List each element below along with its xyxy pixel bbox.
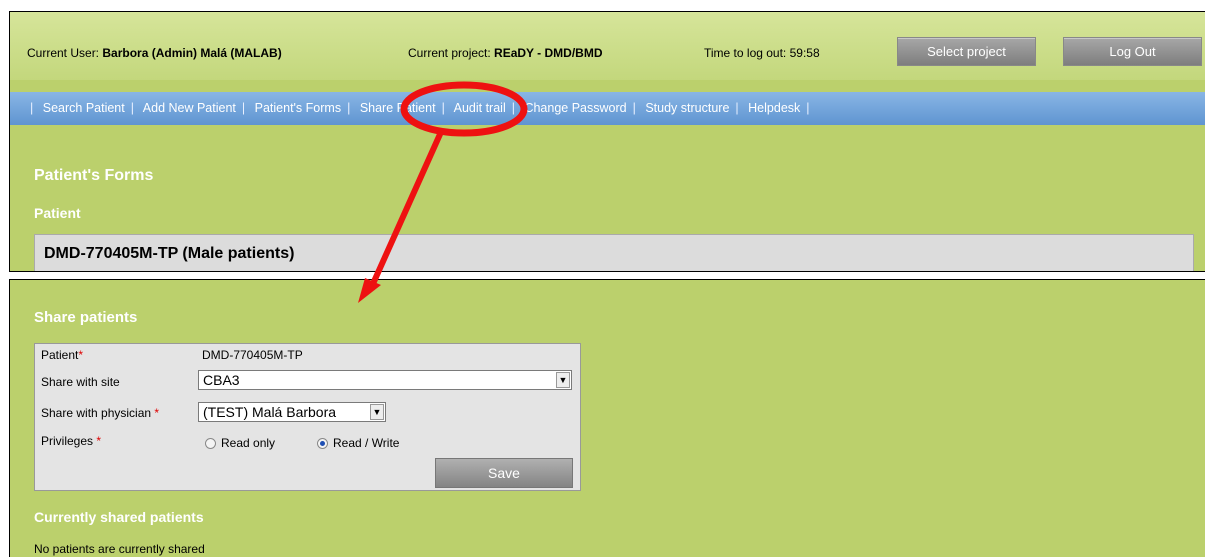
privilege-read-only-label: Read only: [221, 436, 276, 450]
patient-value: DMD-770405M-TP: [202, 348, 303, 362]
required-marker: *: [96, 434, 102, 448]
logout-button[interactable]: Log Out: [1063, 37, 1202, 66]
logout-timer: Time to log out: 59:58: [704, 46, 820, 60]
no-shared-message: No patients are currently shared: [34, 542, 205, 556]
share-patients-title: Share patients: [34, 309, 138, 326]
current-user-label: Current User:: [27, 46, 100, 60]
nav-search-patient[interactable]: Search Patient: [43, 101, 125, 115]
nav-study-structure[interactable]: Study structure: [645, 101, 729, 115]
privileges-field-label: Privileges *: [41, 434, 101, 448]
header-bar: Current User: Barbora (Admin) Malá (MALA…: [10, 12, 1205, 80]
privilege-read-write-radio[interactable]: Read / Write: [317, 436, 399, 450]
share-site-select[interactable]: CBA3 ▼: [198, 370, 572, 390]
page-title: Patient's Forms: [34, 167, 154, 184]
site-field-label: Share with site: [41, 375, 120, 389]
dropdown-arrow-icon[interactable]: ▼: [370, 404, 384, 420]
nav-share-patient[interactable]: Share Patient: [360, 101, 436, 115]
nav-audit-trail[interactable]: Audit trail: [454, 101, 506, 115]
nav-add-new-patient[interactable]: Add New Patient: [143, 101, 236, 115]
current-project: Current project: REaDY - DMD/BMD: [408, 46, 603, 60]
patient-field-label: Patient*: [41, 348, 83, 362]
share-physician-select[interactable]: (TEST) Malá Barbora ▼: [198, 402, 386, 422]
patient-name-box: DMD-770405M-TP (Male patients): [34, 234, 1194, 271]
radio-unchecked-icon[interactable]: [205, 437, 216, 449]
share-site-value: CBA3: [203, 372, 240, 388]
share-form: Patient* DMD-770405M-TP Share with site …: [34, 343, 581, 491]
physician-label-text: Share with physician: [41, 406, 152, 420]
current-user-value: Barbora (Admin) Malá (MALAB): [102, 46, 282, 60]
radio-checked-icon[interactable]: [317, 437, 328, 449]
required-marker: *: [154, 406, 160, 420]
share-patients-panel: Share patients Patient* DMD-770405M-TP S…: [9, 279, 1205, 557]
physician-field-label: Share with physician *: [41, 406, 159, 420]
privilege-read-only-radio[interactable]: Read only: [205, 436, 275, 450]
privilege-read-write-label: Read / Write: [333, 436, 400, 450]
nav-patients-forms[interactable]: Patient's Forms: [255, 101, 341, 115]
dropdown-arrow-icon[interactable]: ▼: [556, 372, 570, 388]
patient-section-label: Patient: [34, 205, 81, 221]
currently-shared-title: Currently shared patients: [34, 509, 204, 525]
current-project-value: REaDY - DMD/BMD: [494, 46, 603, 60]
current-user: Current User: Barbora (Admin) Malá (MALA…: [27, 46, 282, 60]
save-button[interactable]: Save: [435, 458, 573, 488]
current-project-label: Current project:: [408, 46, 491, 60]
patient-forms-panel: Current User: Barbora (Admin) Malá (MALA…: [9, 11, 1205, 272]
nav-change-password[interactable]: Change Password: [524, 101, 626, 115]
select-project-button[interactable]: Select project: [897, 37, 1036, 66]
required-marker: *: [78, 348, 84, 362]
privileges-label-text: Privileges: [41, 434, 94, 448]
nav-helpdesk[interactable]: Helpdesk: [748, 101, 800, 115]
main-nav: | Search Patient | Add New Patient | Patie…: [10, 92, 1205, 125]
share-physician-value: (TEST) Malá Barbora: [203, 404, 337, 420]
patient-label-text: Patient: [41, 348, 79, 362]
